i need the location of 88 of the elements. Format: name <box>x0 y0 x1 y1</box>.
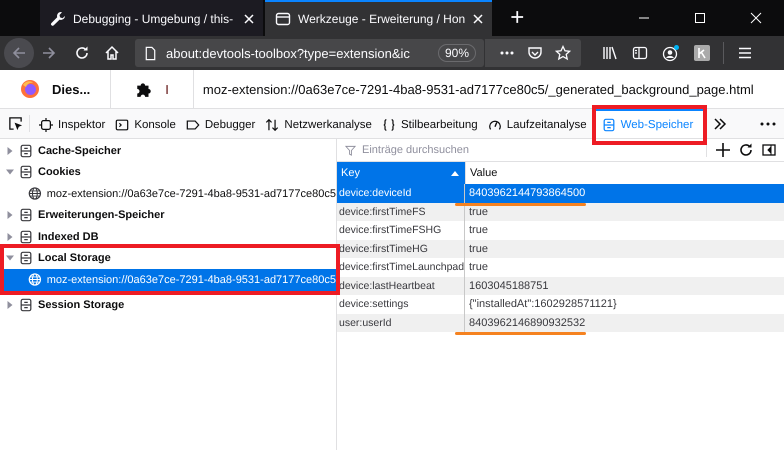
home-icon[interactable] <box>104 45 120 61</box>
storage-icon <box>19 298 33 312</box>
table-cell: 1603045188751 <box>469 280 549 292</box>
table-cell: true <box>469 261 488 274</box>
devtools-tab[interactable]: Inspektor <box>34 109 110 138</box>
pocket-icon[interactable] <box>527 45 543 61</box>
window-icon <box>275 11 291 27</box>
forward-icon[interactable] <box>41 45 57 61</box>
tree-item[interactable]: moz-extension://0a63e7ce-7291-4ba8-9531-ad7177ce80c5 <box>4 269 336 290</box>
target-url: moz-extension://0a63e7ce-7291-4ba8-9531-ad7177ce80c5/_generated_background_page.html <box>202 82 754 96</box>
library-icon[interactable] <box>602 45 618 61</box>
inspector-icon <box>39 118 53 132</box>
new-tab-button[interactable]: + <box>502 6 532 30</box>
menu-icon[interactable] <box>737 45 753 61</box>
tag-icon <box>186 118 200 132</box>
filter-field[interactable]: Einträge durchsuchen <box>337 139 697 161</box>
table-cell: device:lastHeartbeat <box>337 276 465 295</box>
filter-icon <box>345 144 356 156</box>
storage-icon <box>19 208 33 222</box>
expanded-icon[interactable] <box>6 168 14 176</box>
table-cell: true <box>469 206 488 218</box>
close-icon[interactable] <box>750 12 762 24</box>
refresh-icon[interactable] <box>739 143 753 157</box>
table-cell: device:firstTimeFS <box>337 202 465 221</box>
sidebar-toggle-icon[interactable] <box>762 143 776 157</box>
table-cell: true <box>469 242 488 255</box>
collapsed-icon[interactable] <box>6 146 14 155</box>
table-cell: {"installedAt":1602928571121} <box>469 298 617 310</box>
devtools-tab[interactable]: Laufzeitanalyse <box>482 109 592 138</box>
globe-icon <box>28 272 42 288</box>
browser-logo-icon <box>20 79 40 99</box>
more-icon[interactable] <box>760 120 776 126</box>
page-icon <box>143 46 158 60</box>
maximize-icon[interactable] <box>694 12 706 24</box>
gauge-icon <box>488 118 502 132</box>
star-icon[interactable] <box>555 45 571 61</box>
element-picker-icon[interactable] <box>8 116 23 131</box>
chevron-icon[interactable] <box>713 116 728 130</box>
column-header[interactable]: Key <box>337 162 465 184</box>
table-row[interactable]: device:firstTimeHG true <box>337 240 784 258</box>
devtools-tab[interactable]: Netzwerkanalyse <box>260 109 377 138</box>
expanded-icon[interactable] <box>6 254 14 262</box>
devtools-tab[interactable]: Konsole <box>110 109 181 138</box>
tree-item[interactable]: Cache-Speicher <box>0 140 336 162</box>
collapsed-icon[interactable] <box>6 232 14 241</box>
close-icon[interactable] <box>472 13 484 25</box>
storage-icon <box>19 165 33 180</box>
tree-item[interactable]: Cookies <box>0 162 336 183</box>
add-icon[interactable] <box>716 143 730 157</box>
collapsed-icon[interactable] <box>6 301 14 310</box>
table-cell: 8403962146890932532 <box>469 316 586 329</box>
address-field[interactable]: about:devtools-toolbox?type=extension&ic 90% <box>135 39 484 67</box>
console-icon <box>115 118 130 132</box>
table-row[interactable]: device:lastHeartbeat 1603045188751 <box>337 276 784 295</box>
tree-item[interactable]: Local Storage <box>4 248 336 269</box>
wrench-icon <box>50 11 66 27</box>
account-icon[interactable] <box>662 44 680 62</box>
table-cell: 8403962144793864500 <box>469 187 586 200</box>
arrows-icon <box>265 118 280 132</box>
extension-icon[interactable] <box>694 45 710 61</box>
table-cell: true <box>469 224 488 236</box>
storage-icon <box>602 118 616 132</box>
table-cell: device:firstTimeHG <box>337 240 465 258</box>
target-name[interactable]: Dies... <box>52 82 90 96</box>
tree-item[interactable]: Erweiterungen-Speicher <box>0 204 336 226</box>
table-row[interactable]: user:userId 8403962146890932532 <box>337 314 784 332</box>
back-icon[interactable] <box>4 38 34 68</box>
browser-tab[interactable]: Debugging - Umgebung / this- <box>40 0 263 36</box>
sidebar-icon[interactable] <box>632 45 648 61</box>
storage-icon <box>19 230 33 244</box>
devtools-tab[interactable]: Stilbearbeitung <box>376 109 483 138</box>
devtools-tab[interactable]: Debugger <box>180 109 260 138</box>
sort-icon <box>451 170 459 176</box>
collapsed-icon[interactable] <box>6 211 14 220</box>
globe-icon <box>28 186 42 202</box>
braces-icon <box>382 118 396 132</box>
tree-item[interactable]: Session Storage <box>0 294 336 316</box>
close-icon[interactable] <box>243 13 255 25</box>
tree-item[interactable]: Indexed DB <box>0 226 336 248</box>
url-text: about:devtools-toolbox?type=extension&ic <box>166 46 411 60</box>
extension-label: I <box>165 82 169 96</box>
table-row[interactable]: device:firstTimeFS true <box>337 202 784 221</box>
tree-item[interactable]: moz-extension://0a63e7ce-7291-4ba8-9531-ad7177ce80c5 <box>0 183 336 204</box>
browser-tab[interactable]: Werkzeuge - Erweiterung / Hon <box>265 0 492 36</box>
storage-icon <box>19 251 33 266</box>
zoom-level[interactable]: 90% <box>438 44 476 62</box>
storage-icon <box>19 144 33 158</box>
reload-icon[interactable] <box>74 45 90 61</box>
